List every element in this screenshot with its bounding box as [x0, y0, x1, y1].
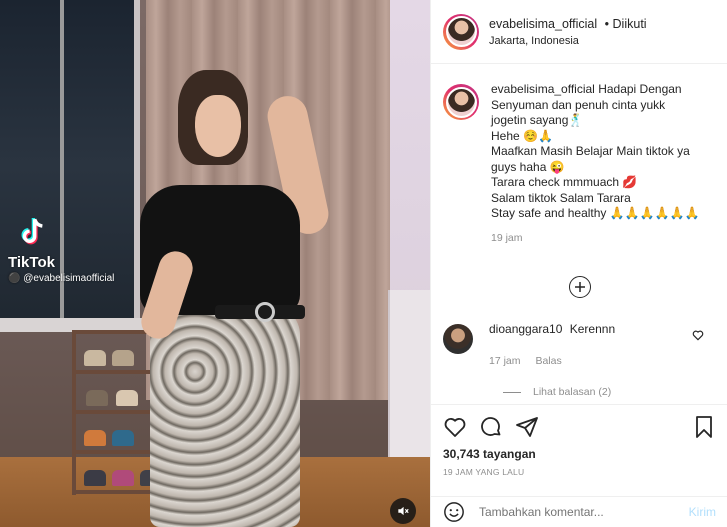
- avatar[interactable]: [445, 16, 477, 47]
- caption-text: jogetin sayang🕺: [491, 113, 584, 127]
- comments-section[interactable]: evabelisima_official Hadapi Dengan Senyu…: [431, 64, 727, 404]
- post-location[interactable]: Jakarta, Indonesia: [489, 35, 647, 47]
- tiktok-watermark: TikTok ⚫ @evabelisimaofficial: [8, 215, 114, 284]
- add-comment-bar: Kirim: [431, 496, 727, 527]
- caption-text: Senyuman dan penuh cinta yukk: [491, 97, 666, 112]
- post-actions: 30,743 tayangan 19 JAM YANG LALU: [431, 404, 727, 477]
- heart-icon[interactable]: [443, 415, 467, 439]
- mute-button[interactable]: [390, 498, 416, 524]
- caption-text: Tarara check mmmuach 💋: [491, 175, 638, 189]
- post-header: evabelisima_official • Diikuti Jakarta, …: [431, 0, 727, 64]
- caption-avatar-ring[interactable]: [443, 84, 479, 120]
- caption-text: Maafkan Masih Belajar Main tiktok ya: [491, 144, 690, 158]
- post-viewer: TikTok ⚫ @evabelisimaofficial evabelisim…: [0, 0, 727, 527]
- load-more-comments-button[interactable]: [569, 276, 591, 298]
- volume-mute-icon: [398, 506, 409, 516]
- caption-username[interactable]: evabelisima_official: [491, 82, 595, 96]
- caption-text: Salam tiktok Salam Tarara: [491, 190, 631, 205]
- bookmark-icon[interactable]: [692, 415, 716, 439]
- tiktok-account-icon: ⚫: [8, 273, 24, 284]
- plus-circle-icon: [575, 282, 585, 292]
- caption-text: Stay safe and healthy 🙏🙏🙏🙏🙏🙏: [491, 206, 700, 220]
- tiktok-handle: ⚫ @evabelisimaofficial: [8, 273, 115, 284]
- emoji-icon[interactable]: [443, 501, 465, 523]
- avatar[interactable]: [443, 324, 473, 354]
- comment-username[interactable]: dioanggara10: [489, 322, 562, 336]
- post-sidebar: evabelisima_official • Diikuti Jakarta, …: [430, 0, 727, 527]
- view-replies-button[interactable]: Lihat balasan (2): [503, 386, 611, 398]
- tiktok-brand-label: TikTok: [8, 254, 55, 271]
- reply-button[interactable]: Balas: [535, 355, 561, 367]
- comment-text: Kerennn: [569, 322, 616, 336]
- profile-avatar-ring[interactable]: [443, 13, 479, 50]
- post-timestamp[interactable]: 19 JAM YANG LALU: [443, 467, 716, 477]
- video-person-pants: [150, 305, 300, 527]
- post-video[interactable]: TikTok ⚫ @evabelisimaofficial: [0, 0, 430, 527]
- tiktok-logo-icon: [21, 217, 43, 245]
- comment-input[interactable]: [479, 505, 689, 519]
- post-caption: evabelisima_official Hadapi Dengan Senyu…: [431, 64, 727, 246]
- header-username[interactable]: evabelisima_official: [489, 17, 597, 31]
- comment-like-heart-icon[interactable]: [691, 328, 705, 342]
- view-count[interactable]: 30,743 tayangan: [443, 447, 716, 461]
- caption-text: guys haha 😜: [491, 159, 565, 174]
- replies-divider: [503, 391, 521, 393]
- video-person-face: [195, 95, 241, 157]
- comment-timestamp[interactable]: 17 jam: [489, 355, 521, 367]
- avatar[interactable]: [445, 86, 477, 118]
- comment-icon[interactable]: [479, 415, 503, 439]
- post-comment-button[interactable]: Kirim: [689, 505, 716, 519]
- caption-text: Hehe ☺️🙏: [491, 128, 553, 143]
- caption-text: Hadapi Dengan: [598, 82, 682, 96]
- caption-timestamp: 19 jam: [491, 231, 523, 244]
- follow-status[interactable]: • Diikuti: [605, 17, 647, 31]
- share-icon[interactable]: [515, 415, 539, 439]
- video-person-buckle: [255, 302, 275, 322]
